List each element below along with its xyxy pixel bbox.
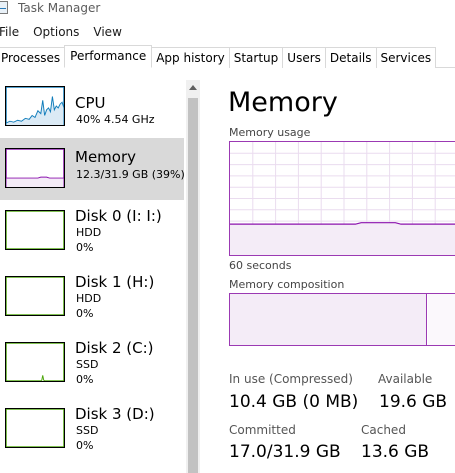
memory-usage-label: Memory usage [229, 126, 311, 139]
window-title: Task Manager [18, 1, 101, 15]
sidebar-item-label: CPU [75, 94, 106, 112]
tab-app-history[interactable]: App history [151, 47, 230, 68]
sidebar-item-detail: 0% [76, 307, 94, 320]
composition-standby-segment [428, 294, 455, 345]
sidebar-item-label: Disk 2 (C:) [75, 339, 154, 357]
composition-in-use-segment [230, 294, 427, 345]
sidebar-item-disk-0[interactable]: Disk 0 (I: I:) HDD 0% [0, 202, 184, 264]
sidebar-item-type: SSD [76, 358, 99, 371]
disk-3-thumbnail-graph [5, 408, 65, 448]
tab-users[interactable]: Users [282, 47, 326, 68]
tab-services[interactable]: Services [375, 47, 437, 68]
sidebar-item-disk-1[interactable]: Disk 1 (H:) HDD 0% [0, 268, 184, 330]
sidebar-item-detail: 12.3/31.9 GB (39%) [76, 168, 185, 181]
page-title: Memory [228, 87, 338, 118]
sidebar-item-type: HDD [76, 226, 102, 239]
sidebar-item-label: Disk 1 (H:) [75, 273, 155, 291]
committed-label: Committed [229, 423, 296, 437]
sidebar-scrollbar[interactable] [186, 80, 200, 473]
memory-usage-graph [229, 141, 455, 256]
tab-bar: Processes Performance App history Startu… [0, 45, 455, 68]
sidebar-item-disk-3[interactable]: Disk 3 (D:) SSD 0% [0, 400, 184, 462]
sidebar-item-label: Disk 3 (D:) [75, 405, 155, 423]
sidebar-item-label: Memory [75, 148, 137, 166]
memory-detail-panel: Memory Memory usage 60 seconds Memory co… [202, 72, 455, 473]
sidebar-item-label: Disk 0 (I: I:) [75, 207, 162, 225]
disk-1-thumbnail-graph [5, 276, 65, 316]
sidebar-item-type: HDD [76, 292, 102, 305]
in-use-value: 10.4 GB (0 MB) [229, 392, 359, 412]
sidebar-item-detail: 0% [76, 439, 94, 452]
memory-thumbnail-graph [5, 148, 65, 188]
disk-2-thumbnail-graph [5, 342, 65, 382]
title-bar: Task Manager [0, 0, 455, 20]
available-value: 19.6 GB [379, 392, 448, 412]
menu-view[interactable]: View [93, 22, 121, 42]
menu-file[interactable]: File [0, 22, 19, 42]
available-label: Available [378, 372, 433, 386]
sidebar-item-memory[interactable]: Memory 12.3/31.9 GB (39%) [0, 138, 185, 200]
time-range-label: 60 seconds [229, 259, 292, 272]
sidebar-item-disk-2[interactable]: Disk 2 (C:) SSD 0% [0, 334, 184, 396]
sidebar-item-detail: 40% 4.54 GHz [76, 113, 155, 126]
sidebar-item-detail: 0% [76, 241, 94, 254]
disk-0-thumbnail-graph [5, 210, 65, 250]
in-use-label: In use (Compressed) [229, 372, 353, 386]
sidebar-item-detail: 0% [76, 373, 94, 386]
sidebar-item-cpu[interactable]: CPU 40% 4.54 GHz [0, 78, 184, 140]
tab-performance[interactable]: Performance [64, 45, 153, 68]
cached-value: 13.6 GB [361, 442, 430, 462]
tab-details[interactable]: Details [324, 47, 377, 68]
memory-composition-bar [229, 293, 455, 346]
resource-list: CPU 40% 4.54 GHz Memory 12.3/31.9 GB (39… [0, 72, 202, 473]
committed-value: 17.0/31.9 GB [229, 442, 341, 462]
sidebar-item-type: SSD [76, 424, 99, 437]
memory-composition-label: Memory composition [229, 278, 345, 291]
menu-options[interactable]: Options [33, 22, 79, 42]
cpu-thumbnail-graph [5, 86, 65, 126]
tab-startup[interactable]: Startup [228, 47, 284, 68]
scroll-up-arrow-icon[interactable] [189, 85, 197, 90]
tab-processes[interactable]: Processes [0, 47, 66, 68]
menu-bar: File Options View [0, 22, 136, 42]
scrollbar-thumb[interactable] [188, 98, 198, 473]
task-manager-icon [0, 1, 8, 14]
cached-label: Cached [361, 423, 406, 437]
